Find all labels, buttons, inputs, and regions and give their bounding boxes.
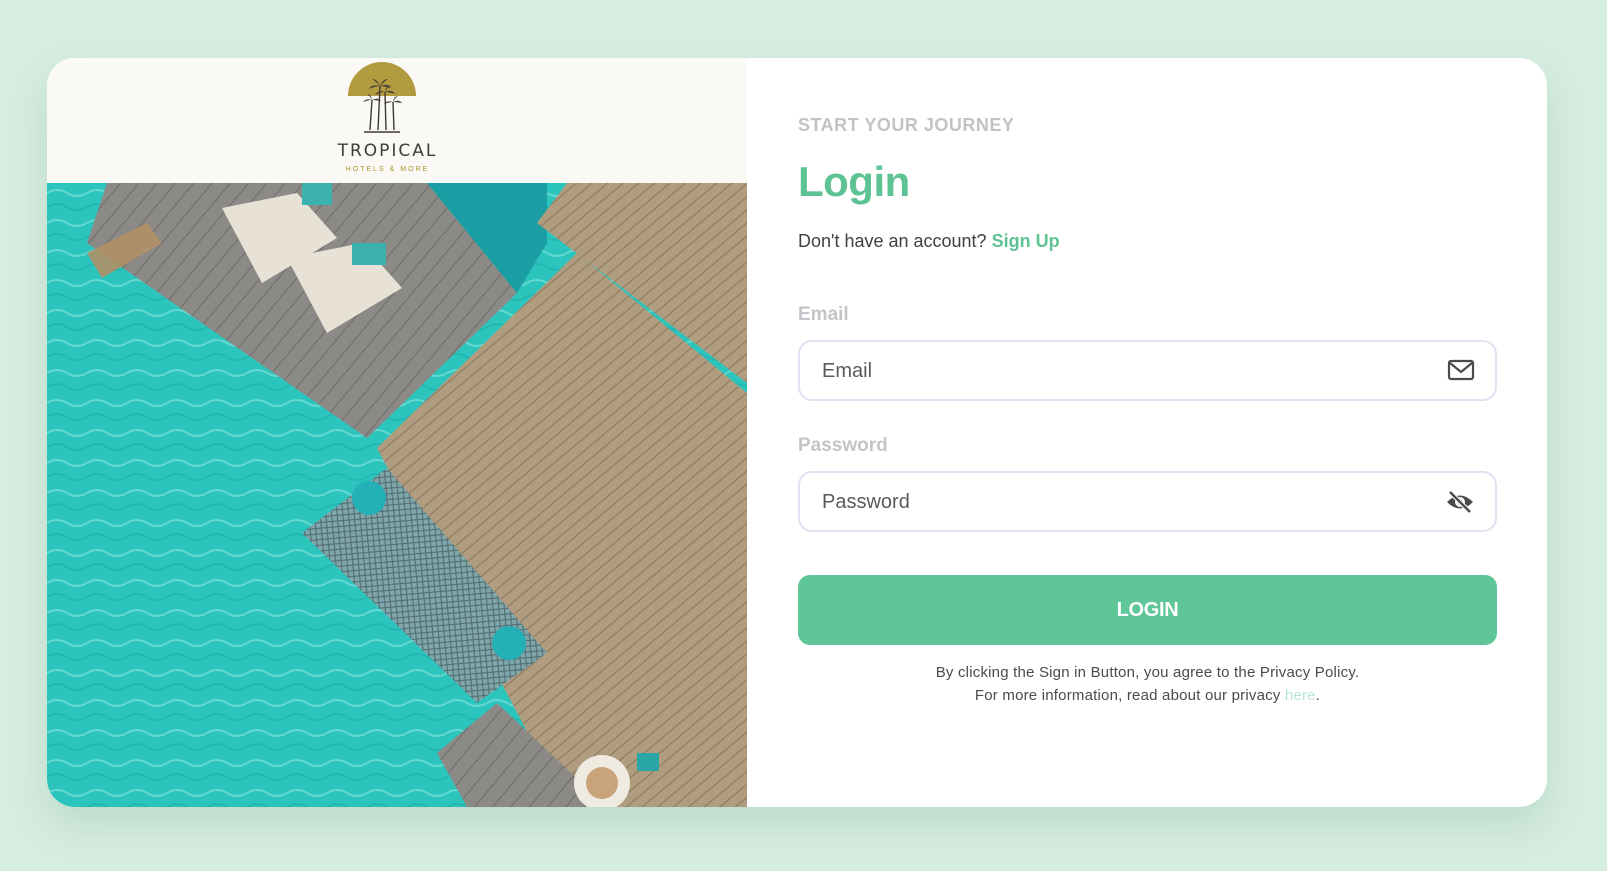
brand-tagline: HOTELS & MORE	[345, 166, 430, 173]
privacy-period: .	[1315, 687, 1321, 704]
brand-name: TROPICAL	[337, 141, 438, 161]
signup-prompt: Don't have an account? Sign Up	[798, 231, 1060, 252]
email-field[interactable]	[820, 342, 1424, 401]
login-button[interactable]: LOGIN	[798, 575, 1497, 645]
privacy-notice-text: For more information, read about our pri…	[974, 687, 1281, 704]
login-form-panel: START YOUR JOURNEY Login Don't have an a…	[747, 58, 1547, 807]
account-prompt-text: Don't have an account?	[798, 231, 987, 251]
password-field-wrapper	[798, 471, 1497, 532]
privacy-notice: By clicking the Sign in Button, you agre…	[798, 661, 1497, 707]
hero-panel: TROPICAL HOTELS & MORE	[47, 58, 747, 807]
email-field-wrapper	[798, 340, 1497, 401]
password-field[interactable]	[820, 473, 1424, 532]
brand-header: TROPICAL HOTELS & MORE	[47, 58, 747, 183]
mail-icon	[1447, 359, 1475, 381]
signup-link[interactable]: Sign Up	[992, 231, 1060, 251]
privacy-notice-line-2: For more information, read about our pri…	[798, 684, 1497, 707]
page-title: Login	[798, 158, 910, 205]
eyebrow-text: START YOUR JOURNEY	[798, 115, 1015, 135]
email-label: Email	[798, 304, 849, 325]
password-label: Password	[798, 435, 888, 456]
resort-aerial-photo	[47, 183, 747, 807]
eye-off-icon[interactable]	[1445, 489, 1475, 515]
login-card: TROPICAL HOTELS & MORE START YOUR JOURNE…	[47, 58, 1547, 807]
privacy-here-link[interactable]: here	[1285, 687, 1316, 704]
palm-tree-logo-icon	[346, 62, 418, 136]
privacy-notice-line-1: By clicking the Sign in Button, you agre…	[935, 664, 1360, 681]
